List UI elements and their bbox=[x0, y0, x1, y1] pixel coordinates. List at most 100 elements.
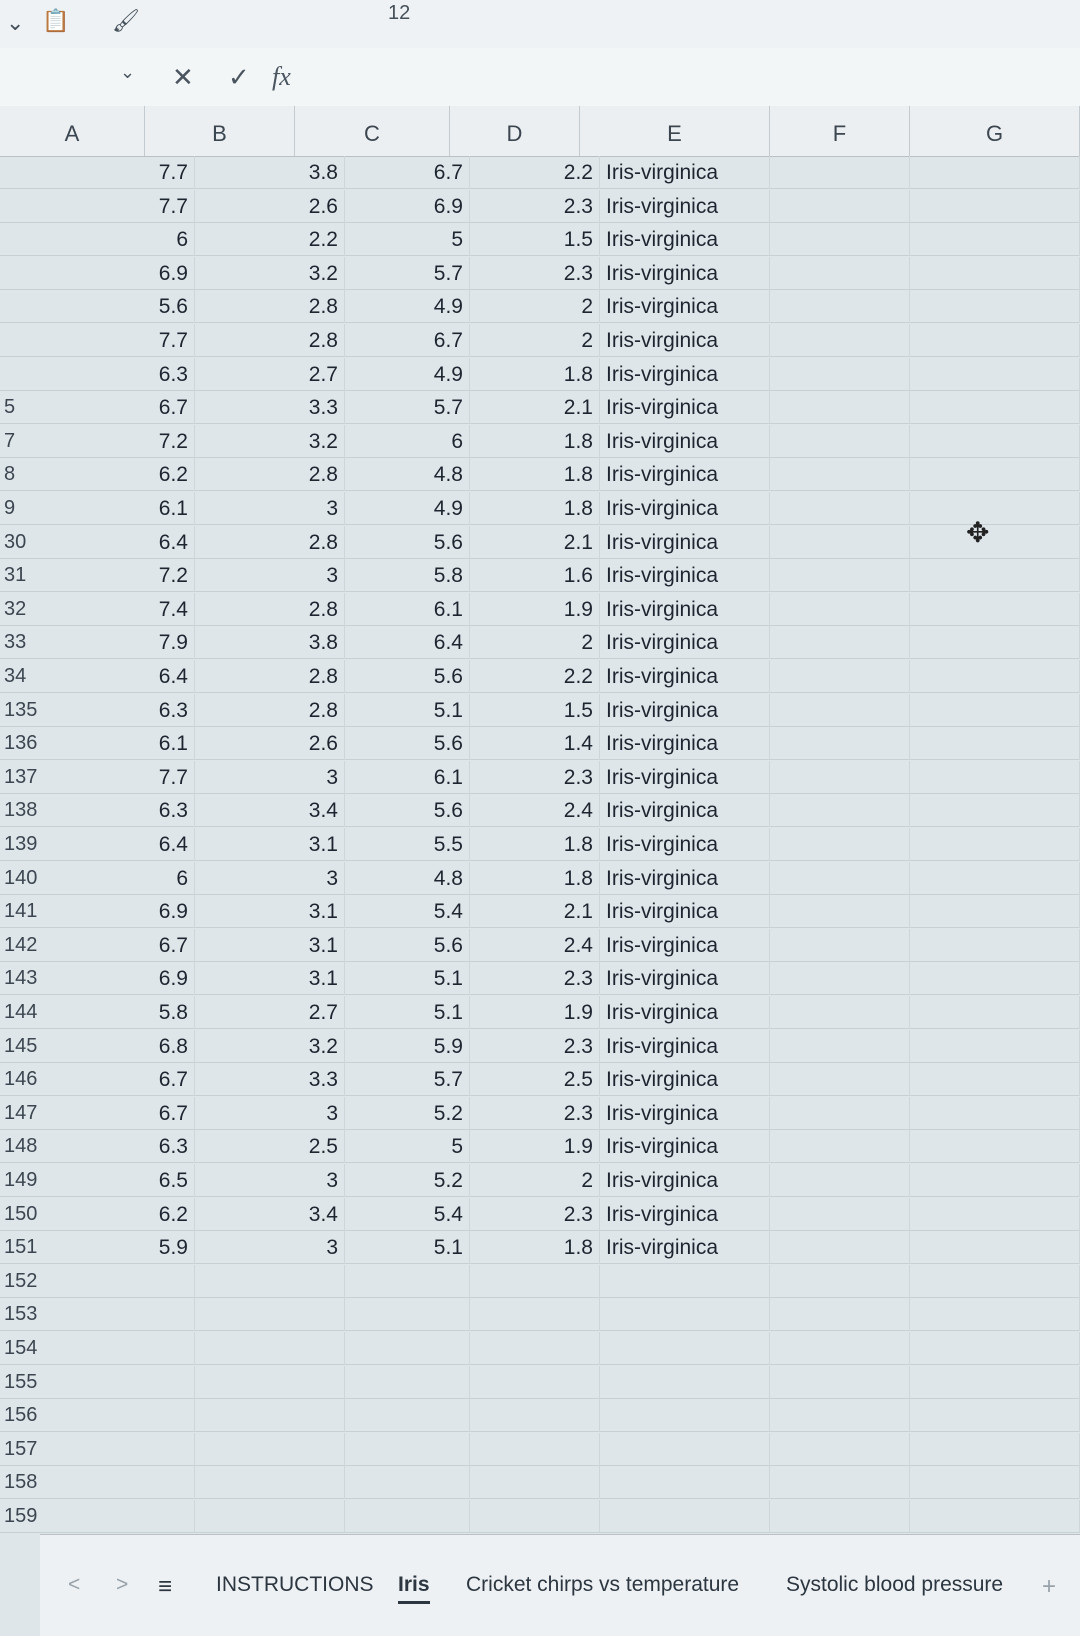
cell-f[interactable] bbox=[770, 1096, 910, 1130]
cell-b[interactable]: 3.8 bbox=[195, 156, 345, 189]
cell-g[interactable] bbox=[910, 458, 1080, 492]
cell-f[interactable] bbox=[770, 592, 910, 626]
cell-d[interactable]: 2.2 bbox=[470, 156, 600, 189]
cell-g[interactable] bbox=[910, 1231, 1080, 1265]
cell-c[interactable]: 6.7 bbox=[345, 324, 470, 357]
cell-b[interactable]: 2.8 bbox=[195, 525, 345, 559]
cell-f[interactable] bbox=[770, 693, 910, 727]
cell-g[interactable] bbox=[910, 492, 1080, 525]
cell-c[interactable]: 5.1 bbox=[345, 1231, 470, 1265]
cell-d[interactable]: 2.1 bbox=[470, 391, 600, 425]
cell-f[interactable] bbox=[770, 525, 910, 559]
cell-a[interactable]: 6.1 bbox=[100, 727, 195, 761]
cell-e[interactable]: Iris-virginica bbox=[600, 895, 770, 929]
cell-e[interactable]: Iris-virginica bbox=[600, 223, 770, 257]
cell-c[interactable]: 6.7 bbox=[345, 156, 470, 189]
cell-f[interactable] bbox=[770, 1264, 910, 1298]
cell-g[interactable] bbox=[910, 525, 1080, 559]
cell-c[interactable]: 5.2 bbox=[345, 1164, 470, 1197]
cell-a[interactable] bbox=[100, 1332, 195, 1365]
row-header[interactable]: 7 bbox=[0, 425, 100, 458]
row-header[interactable]: 138 bbox=[0, 794, 100, 827]
cell-b[interactable]: 2.7 bbox=[195, 996, 345, 1029]
row-header[interactable]: 142 bbox=[0, 929, 100, 962]
cell-g[interactable] bbox=[910, 828, 1080, 861]
cell-e[interactable]: Iris-virginica bbox=[600, 1231, 770, 1265]
cell-a[interactable]: 7.7 bbox=[100, 760, 195, 794]
cell-d[interactable]: 1.5 bbox=[470, 693, 600, 727]
cell-g[interactable] bbox=[910, 290, 1080, 324]
cell-b[interactable]: 3.3 bbox=[195, 391, 345, 425]
font-size-box[interactable]: 12 bbox=[388, 2, 410, 25]
cell-f[interactable] bbox=[770, 794, 910, 828]
cell-d[interactable]: 2 bbox=[470, 1164, 600, 1197]
cell-c[interactable]: 4.9 bbox=[345, 290, 470, 324]
cell-g[interactable] bbox=[910, 760, 1080, 794]
cell-d[interactable]: 2.3 bbox=[470, 962, 600, 996]
cell-f[interactable] bbox=[770, 458, 910, 492]
cell-d[interactable] bbox=[470, 1365, 600, 1399]
cell-e[interactable] bbox=[600, 1466, 770, 1500]
cell-f[interactable] bbox=[770, 1164, 910, 1197]
cell-f[interactable] bbox=[770, 1231, 910, 1265]
row-header[interactable]: 8 bbox=[0, 458, 100, 491]
cell-f[interactable] bbox=[770, 256, 910, 290]
cell-e[interactable]: Iris-virginica bbox=[600, 996, 770, 1029]
cell-d[interactable]: 2.3 bbox=[470, 189, 600, 223]
cell-g[interactable] bbox=[910, 895, 1080, 929]
cell-b[interactable]: 3 bbox=[195, 760, 345, 794]
cell-g[interactable] bbox=[910, 559, 1080, 593]
cell-b[interactable]: 3 bbox=[195, 1164, 345, 1197]
cell-b[interactable]: 3 bbox=[195, 1231, 345, 1265]
tab-scroll-next-icon[interactable]: > bbox=[116, 1573, 128, 1597]
cell-f[interactable] bbox=[770, 324, 910, 357]
cell-g[interactable] bbox=[910, 156, 1080, 189]
cell-a[interactable]: 6.4 bbox=[100, 660, 195, 693]
cell-e[interactable]: Iris-virginica bbox=[600, 760, 770, 794]
cell-c[interactable]: 6 bbox=[345, 424, 470, 458]
cell-b[interactable]: 3 bbox=[195, 861, 345, 895]
cell-c[interactable]: 5.9 bbox=[345, 1029, 470, 1063]
cell-a[interactable]: 7.7 bbox=[100, 189, 195, 223]
row-header[interactable]: 145 bbox=[0, 1030, 100, 1063]
cell-a[interactable]: 6.2 bbox=[100, 1197, 195, 1231]
cell-e[interactable]: Iris-virginica bbox=[600, 962, 770, 996]
cell-b[interactable]: 3.2 bbox=[195, 424, 345, 458]
cell-a[interactable]: 6 bbox=[100, 861, 195, 895]
row-header[interactable]: 158 bbox=[0, 1466, 100, 1499]
cell-e[interactable]: Iris-virginica bbox=[600, 794, 770, 828]
row-header[interactable]: 153 bbox=[0, 1298, 100, 1331]
cell-d[interactable]: 1.9 bbox=[470, 592, 600, 626]
cell-f[interactable] bbox=[770, 1197, 910, 1231]
cell-d[interactable]: 1.9 bbox=[470, 996, 600, 1029]
column-header-b[interactable]: B bbox=[145, 106, 295, 156]
cell-f[interactable] bbox=[770, 189, 910, 223]
cell-d[interactable]: 2.3 bbox=[470, 760, 600, 794]
cell-c[interactable]: 5.7 bbox=[345, 256, 470, 290]
tab-iris[interactable]: Iris bbox=[398, 1573, 430, 1604]
cell-f[interactable] bbox=[770, 290, 910, 324]
row-header[interactable]: 152 bbox=[0, 1265, 100, 1298]
cell-e[interactable]: Iris-virginica bbox=[600, 324, 770, 357]
cell-c[interactable]: 5.8 bbox=[345, 559, 470, 593]
cell-d[interactable]: 1.6 bbox=[470, 559, 600, 593]
cell-g[interactable] bbox=[910, 592, 1080, 626]
tab-cricket-chirps[interactable]: Cricket chirps vs temperature bbox=[466, 1573, 739, 1597]
cell-g[interactable] bbox=[910, 996, 1080, 1029]
cell-c[interactable]: 5.4 bbox=[345, 1197, 470, 1231]
cell-a[interactable]: 7.2 bbox=[100, 424, 195, 458]
cell-a[interactable]: 7.9 bbox=[100, 626, 195, 660]
cell-f[interactable] bbox=[770, 559, 910, 593]
cell-f[interactable] bbox=[770, 391, 910, 425]
cell-b[interactable]: 2.5 bbox=[195, 1130, 345, 1164]
cell-b[interactable]: 3.2 bbox=[195, 1029, 345, 1063]
row-header[interactable]: 32 bbox=[0, 593, 100, 626]
row-header[interactable]: 31 bbox=[0, 559, 100, 592]
cell-a[interactable] bbox=[100, 1500, 195, 1533]
cell-f[interactable] bbox=[770, 996, 910, 1029]
cell-a[interactable]: 6.7 bbox=[100, 1063, 195, 1097]
cell-d[interactable]: 2.4 bbox=[470, 928, 600, 962]
cell-c[interactable] bbox=[345, 1332, 470, 1365]
cell-f[interactable] bbox=[770, 1298, 910, 1332]
cell-c[interactable] bbox=[345, 1264, 470, 1298]
